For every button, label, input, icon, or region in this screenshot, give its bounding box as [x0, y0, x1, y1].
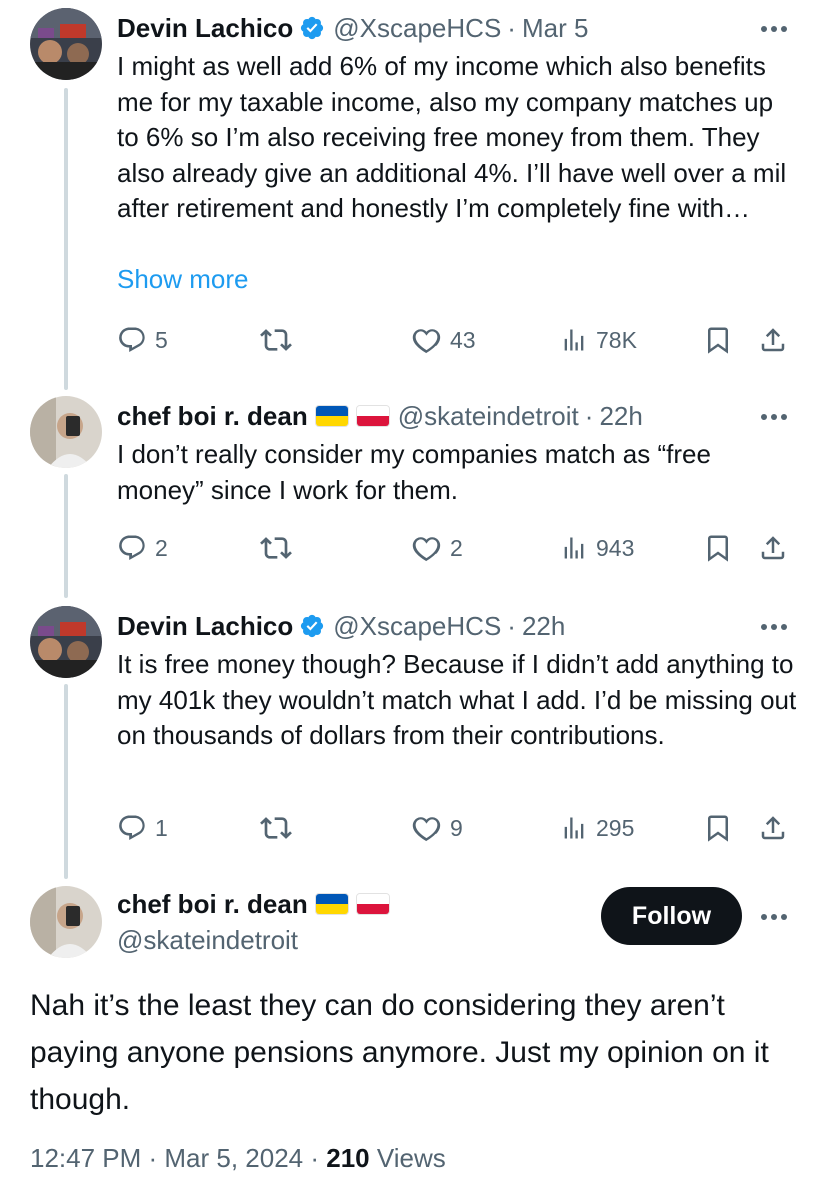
views-icon	[564, 817, 584, 839]
like-icon	[412, 537, 441, 562]
like-count: 43	[450, 326, 476, 353]
bookmark-icon	[708, 815, 728, 842]
like-button[interactable]: 2	[410, 528, 463, 568]
views-icon	[564, 329, 584, 351]
separator: ·	[584, 400, 594, 431]
share-icon	[761, 816, 785, 840]
reply-button[interactable]: 1	[117, 808, 168, 848]
verified-badge-icon	[301, 16, 324, 40]
separator: ·	[507, 610, 516, 641]
retweet-button[interactable]	[260, 808, 300, 848]
reply-count: 5	[155, 326, 168, 353]
tweet-meta: 12:47 PM · Mar 5, 2024 · 210 Views	[30, 1143, 446, 1174]
poland-flag-icon	[355, 893, 390, 915]
views-count: 943	[596, 534, 635, 561]
views-count: 78K	[596, 326, 637, 353]
views-count: 295	[596, 814, 635, 841]
like-button[interactable]: 9	[410, 808, 463, 848]
tweet[interactable]: chef boi r. dean @skateindetroit · 22h I…	[0, 396, 820, 576]
bookmark-icon	[708, 327, 728, 354]
author-name[interactable]: Devin Lachico	[117, 13, 293, 44]
retweet-icon	[260, 537, 292, 559]
bookmark-button[interactable]	[703, 528, 741, 568]
bookmark-icon	[708, 535, 728, 562]
tweet-text: I don’t really consider my companies mat…	[117, 439, 711, 505]
retweet-icon	[260, 817, 292, 839]
views-icon	[564, 537, 584, 559]
bookmark-button[interactable]	[703, 320, 741, 360]
more-icon[interactable]	[756, 402, 792, 432]
show-more-link[interactable]: Show more	[117, 264, 249, 295]
tweet-timestamp[interactable]: 12:47 PM · Mar 5, 2024 ·	[30, 1143, 326, 1173]
share-button[interactable]	[758, 528, 796, 568]
retweet-icon	[260, 329, 292, 351]
share-button[interactable]	[758, 808, 796, 848]
share-icon	[761, 536, 785, 560]
more-icon[interactable]	[756, 902, 792, 932]
verified-badge-icon	[301, 614, 324, 638]
author-name[interactable]: Devin Lachico	[117, 611, 293, 642]
tweet-time[interactable]: Mar 5	[522, 13, 588, 44]
tweet-text: Nah it’s the least they can do consideri…	[30, 989, 769, 1116]
ukraine-flag-icon	[314, 405, 349, 427]
views-label: Views	[369, 1143, 446, 1173]
tweet-time[interactable]: 22h	[522, 611, 565, 642]
author-handle[interactable]: @XscapeHCS	[333, 13, 501, 44]
avatar[interactable]	[30, 606, 102, 678]
like-icon	[412, 329, 441, 354]
reply-icon	[119, 535, 145, 560]
author-name[interactable]: chef boi r. dean	[117, 401, 308, 432]
reply-count: 2	[155, 534, 168, 561]
avatar[interactable]	[30, 8, 102, 80]
author-handle[interactable]: @skateindetroit	[398, 401, 579, 432]
like-count: 2	[450, 534, 463, 561]
retweet-button[interactable]	[260, 320, 300, 360]
tweet[interactable]: Devin Lachico @XscapeHCS · 22h It is fre…	[0, 606, 820, 866]
separator: ·	[507, 12, 516, 43]
author-handle[interactable]: @skateindetroit	[117, 925, 298, 956]
tweet-time[interactable]: 22h	[599, 401, 642, 432]
reply-button[interactable]: 2	[117, 528, 168, 568]
bookmark-button[interactable]	[703, 808, 741, 848]
tweet[interactable]: Devin Lachico @XscapeHCS · Mar 5 I might…	[0, 8, 820, 388]
share-icon	[761, 328, 785, 352]
tweet-actions: 1 9 295	[117, 808, 797, 848]
like-icon	[412, 817, 441, 842]
avatar[interactable]	[30, 396, 102, 468]
views-count: 210	[326, 1143, 370, 1173]
ukraine-flag-icon	[314, 893, 349, 915]
retweet-button[interactable]	[260, 528, 300, 568]
poland-flag-icon	[355, 405, 390, 427]
author-handle[interactable]: @XscapeHCS	[333, 611, 501, 642]
like-count: 9	[450, 814, 463, 841]
more-icon[interactable]	[756, 612, 792, 642]
views-button[interactable]: 943	[560, 528, 634, 568]
views-button[interactable]: 295	[560, 808, 634, 848]
more-icon[interactable]	[756, 14, 792, 44]
author-name[interactable]: chef boi r. dean	[117, 889, 308, 920]
tweet-text: It is free money though? Because if I di…	[117, 649, 797, 750]
reply-button[interactable]: 5	[117, 320, 168, 360]
tweet-text: I might as well add 6% of my income whic…	[117, 51, 787, 223]
follow-button[interactable]: Follow	[601, 887, 742, 945]
reply-icon	[119, 815, 145, 840]
avatar[interactable]	[30, 886, 102, 958]
share-button[interactable]	[758, 320, 796, 360]
like-button[interactable]: 43	[410, 320, 476, 360]
reply-icon	[119, 327, 145, 352]
reply-count: 1	[155, 814, 168, 841]
views-button[interactable]: 78K	[560, 320, 637, 360]
tweet-actions: 2 2 943	[117, 528, 797, 568]
tweet-actions: 5 43 78K	[117, 320, 797, 360]
